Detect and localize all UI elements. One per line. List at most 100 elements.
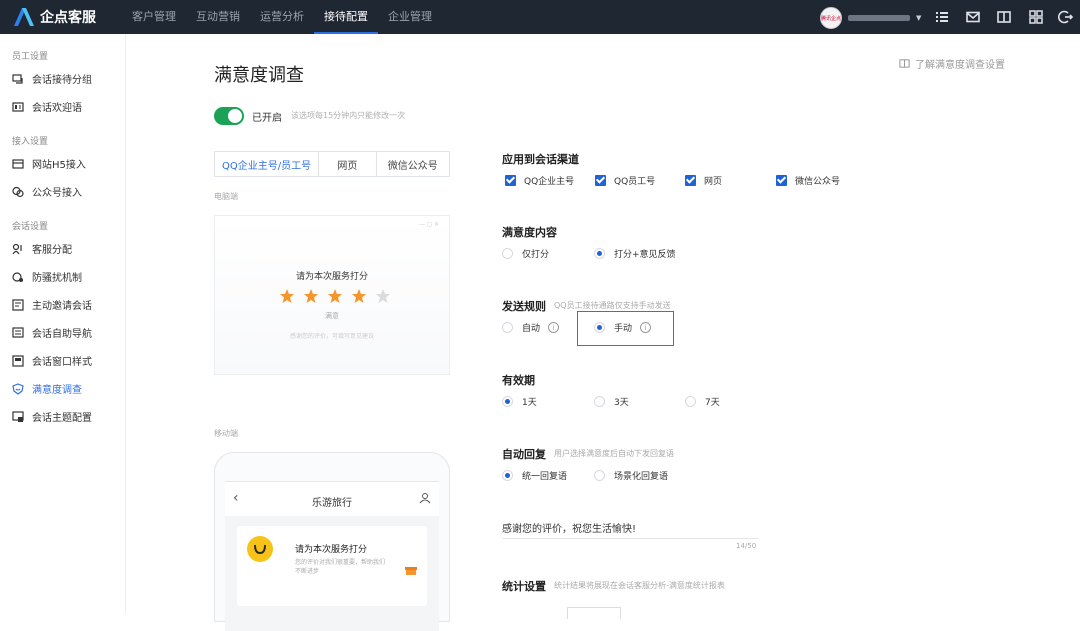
channel-web[interactable]: 网页 bbox=[685, 174, 722, 187]
navigation-icon bbox=[12, 326, 24, 338]
radio-label: 1天 bbox=[522, 398, 537, 408]
sidebar-item-self-nav[interactable]: 会话自助导航 bbox=[12, 325, 92, 340]
validity-1d[interactable]: 1天 bbox=[502, 395, 537, 408]
sidebar-item-label: 防骚扰机制 bbox=[32, 273, 82, 284]
sidebar-item-satisfaction[interactable]: 满意度调查 bbox=[12, 381, 82, 396]
star-icon bbox=[280, 289, 294, 303]
main-nav: 客户管理 互动营销 运营分析 接待配置 企业管理 bbox=[122, 0, 442, 34]
content-score-only[interactable]: 仅打分 bbox=[502, 247, 549, 260]
content-score-feedback[interactable]: 打分+意见反馈 bbox=[594, 247, 676, 260]
info-icon[interactable]: i bbox=[548, 322, 560, 333]
channel-qq-staff[interactable]: QQ员工号 bbox=[595, 174, 655, 187]
checkbox-label: 微信公众号 bbox=[795, 177, 841, 187]
logout-icon[interactable] bbox=[1058, 9, 1074, 25]
stats-select[interactable] bbox=[567, 607, 621, 619]
auto-reply-title: 自动回复 bbox=[502, 448, 546, 461]
assign-icon bbox=[12, 243, 22, 254]
nav-analytics[interactable]: 运营分析 bbox=[250, 0, 314, 34]
sidebar-item-label: 会话接待分组 bbox=[32, 75, 92, 86]
window-controls-icon: — ◻ ✕ bbox=[419, 221, 439, 228]
task-list-icon[interactable] bbox=[934, 9, 950, 25]
help-link[interactable]: 了解满意度调查设置 bbox=[899, 56, 1005, 71]
tab-web[interactable]: 网页 bbox=[319, 152, 377, 176]
reply-scenario[interactable]: 场景化回复语 bbox=[594, 469, 668, 482]
reply-text-input[interactable]: 感谢您的评价，祝您生活愉快! bbox=[502, 520, 636, 535]
radio-label: 3天 bbox=[614, 398, 629, 408]
user-menu[interactable]: 腾讯企点 ▼ bbox=[820, 7, 921, 29]
validity-3d[interactable]: 3天 bbox=[594, 395, 629, 408]
sidebar-item-label: 网站H5接入 bbox=[32, 160, 86, 171]
radio-label: 打分+意见反馈 bbox=[614, 250, 676, 260]
checkbox-label: 网页 bbox=[704, 177, 723, 187]
radio-unchecked-icon bbox=[685, 396, 696, 407]
app-title: 企点客服 bbox=[40, 10, 96, 26]
survey-toggle[interactable] bbox=[214, 107, 244, 125]
checkbox-label: QQ企业主号 bbox=[524, 177, 575, 187]
radio-checked-icon bbox=[594, 248, 605, 259]
star-icon bbox=[304, 289, 318, 303]
sidebar-item-label: 会话窗口样式 bbox=[32, 357, 92, 368]
checkbox-label: QQ员工号 bbox=[614, 177, 656, 187]
wechat-icon bbox=[12, 186, 24, 197]
stats-hint: 统计结果将展现在会话客服分析-满意度统计报表 bbox=[554, 581, 725, 590]
send-rule-hint: QQ员工接待通路仅支持手动发送 bbox=[554, 301, 671, 310]
channel-wechat[interactable]: 微信公众号 bbox=[776, 174, 840, 187]
phone-rate-card: 请为本次服务打分 您的评价对我们很重要，帮助我们不断进步 bbox=[237, 526, 427, 606]
radio-label: 仅打分 bbox=[522, 250, 550, 260]
nav-marketing[interactable]: 互动营销 bbox=[186, 0, 250, 34]
sidebar-item-anti-harass[interactable]: 防骚扰机制 bbox=[12, 269, 82, 284]
checkbox-checked-icon bbox=[505, 175, 516, 186]
pc-label: 电脑端 bbox=[214, 192, 238, 201]
sidebar-item-window-style[interactable]: 会话窗口样式 bbox=[12, 353, 92, 368]
sidebar-item-label: 会话欢迎语 bbox=[32, 103, 82, 114]
sidebar-item-reception-group[interactable]: 会话接待分组 bbox=[12, 71, 92, 86]
apps-grid-icon[interactable] bbox=[1028, 9, 1044, 25]
nav-customer[interactable]: 客户管理 bbox=[122, 0, 186, 34]
sidebar-item-label: 会话主题配置 bbox=[32, 413, 92, 424]
mail-icon[interactable] bbox=[965, 9, 981, 25]
sidebar-group-session: 会话设置 bbox=[12, 222, 49, 232]
phone-card-title: 请为本次服务打分 bbox=[295, 545, 368, 555]
tab-wechat[interactable]: 微信公众号 bbox=[377, 152, 449, 176]
highlight-annotation bbox=[577, 311, 674, 346]
content-title: 满意度内容 bbox=[502, 226, 557, 239]
toggle-label: 已开启 bbox=[252, 113, 282, 124]
radio-unchecked-icon bbox=[502, 322, 513, 333]
nav-reception-config[interactable]: 接待配置 bbox=[314, 0, 378, 34]
radio-unchecked-icon bbox=[594, 396, 605, 407]
theme-icon bbox=[12, 410, 24, 422]
sidebar-item-invite[interactable]: 主动邀请会话 bbox=[12, 297, 92, 312]
channel-qq-main[interactable]: QQ企业主号 bbox=[505, 174, 574, 187]
nav-enterprise[interactable]: 企业管理 bbox=[378, 0, 442, 34]
phone-card-sub: 您的评价对我们很重要，帮助我们不断进步 bbox=[295, 559, 386, 575]
sidebar-item-official-account[interactable]: 公众号接入 bbox=[12, 184, 82, 199]
sidebar-group-staff: 员工设置 bbox=[12, 52, 49, 62]
window-style-icon bbox=[12, 354, 24, 367]
toggle-hint: 该选项每15分钟内只能修改一次 bbox=[291, 111, 406, 120]
sidebar-item-welcome[interactable]: 会话欢迎语 bbox=[12, 99, 82, 114]
user-icon bbox=[419, 493, 431, 504]
app-logo[interactable]: 企点客服 bbox=[12, 6, 96, 28]
radio-label: 统一回复语 bbox=[522, 472, 568, 482]
brand-mark-icon bbox=[254, 544, 266, 555]
phone-screen: ‹ 乐游旅行 请为本次服务打分 您的评价对我们很重要，帮助我们不断进步 bbox=[225, 481, 439, 631]
channels-title: 应用到会话渠道 bbox=[502, 153, 579, 166]
sidebar-item-theme[interactable]: 会话主题配置 bbox=[12, 409, 92, 424]
tab-qq[interactable]: QQ企业主号/员工号 bbox=[215, 152, 320, 176]
sidebar-item-assign[interactable]: 客服分配 bbox=[12, 241, 72, 256]
star-rating bbox=[279, 288, 399, 304]
sidebar-item-h5[interactable]: 网站H5接入 bbox=[12, 156, 86, 171]
checkbox-checked-icon bbox=[685, 175, 696, 186]
phone-header: ‹ 乐游旅行 bbox=[225, 482, 439, 516]
website-icon bbox=[12, 158, 24, 169]
chat-group-icon bbox=[12, 73, 23, 84]
reply-unified[interactable]: 统一回复语 bbox=[502, 469, 567, 482]
send-auto[interactable]: 自动 i bbox=[502, 321, 560, 334]
welcome-message-icon bbox=[12, 101, 24, 112]
logo-icon bbox=[14, 8, 34, 26]
book-icon[interactable] bbox=[996, 9, 1012, 25]
pc-preview: — ◻ ✕ 请为本次服务打分 满意 感谢您的评价，可填写意见建议 bbox=[214, 215, 450, 375]
validity-7d[interactable]: 7天 bbox=[685, 395, 720, 408]
mobile-preview: ‹ 乐游旅行 请为本次服务打分 您的评价对我们很重要，帮助我们不断进步 bbox=[214, 452, 450, 631]
sidebar-item-label: 公众号接入 bbox=[32, 188, 82, 199]
